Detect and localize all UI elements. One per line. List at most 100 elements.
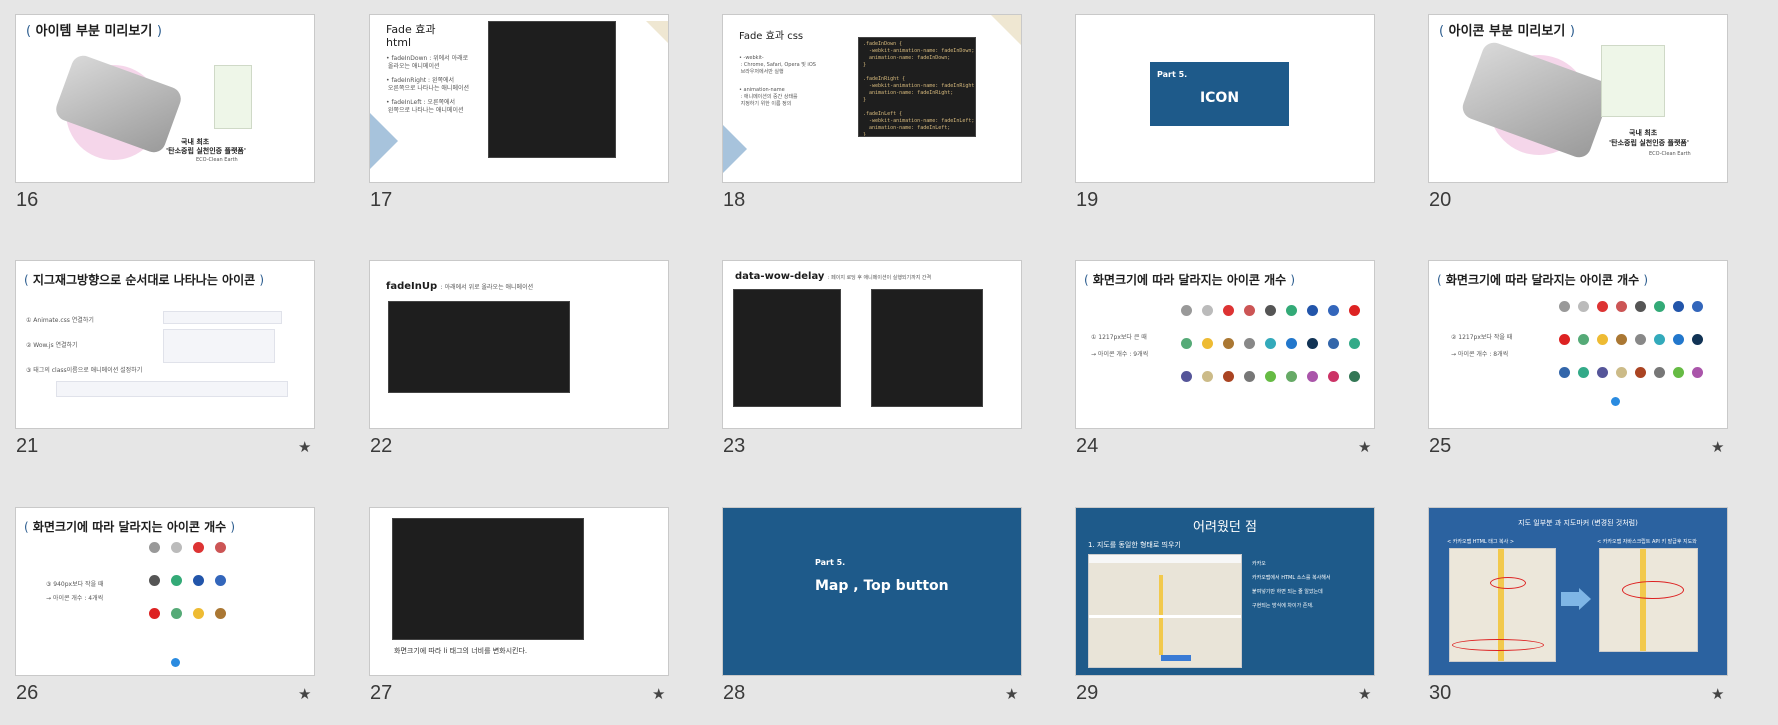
- slide-thumbnail: 화면크기에 따라 li 태그의 너비를 변화시킨다.: [369, 507, 669, 676]
- slide-title: 어려웠던 점: [1193, 520, 1257, 535]
- slide-thumbnail: 어려웠던 점 1. 지도를 동일한 형태로 띄우기 카카오 카카오맵에서 HTM…: [1075, 507, 1375, 676]
- plus-icon: [1611, 397, 1620, 406]
- note-text: 카카오맵에서 HTML 소스를 복사해서: [1252, 575, 1331, 581]
- slide-thumbnail: Fade 효과 html • fadeInDown : 위에서 아래로 올라오는…: [369, 14, 669, 183]
- slide-number: 25: [1429, 435, 1452, 457]
- condition-text: ① 1217px보다 큰 때: [1091, 334, 1147, 341]
- slide-number: 23: [723, 435, 746, 457]
- slide-title: ( 화면크기에 따라 달라지는 아이콘 개수 ): [1084, 273, 1296, 287]
- star-icon[interactable]: ★: [652, 685, 665, 703]
- note-text: 붙여넣기만 하면 되는 줄 알았는데: [1252, 589, 1323, 595]
- slide-thumbnail: ( 화면크기에 따라 달라지는 아이콘 개수 ) ① 1217px보다 큰 때 …: [1075, 260, 1375, 429]
- slide-20[interactable]: ( 아이콘 부분 미리보기 ) 국내 최초 '탄소중립 실천인증 플랫폼' EC…: [1428, 14, 1728, 214]
- code-screenshot: [871, 289, 983, 407]
- slide-17[interactable]: Fade 효과 html • fadeInDown : 위에서 아래로 올라오는…: [369, 14, 669, 214]
- part-label: Part 5.: [815, 558, 846, 567]
- slide-26[interactable]: ( 화면크기에 따라 달라지는 아이콘 개수 ) ③ 940px보다 작을 때 …: [15, 507, 315, 707]
- slide-number: 16: [16, 189, 39, 211]
- slide-number: 29: [1076, 682, 1099, 704]
- arrow-right-icon: [1561, 592, 1579, 606]
- code-snippet-box: [163, 329, 275, 363]
- slide-number: 17: [370, 189, 393, 211]
- icon-grid: [1559, 301, 1704, 378]
- code-screenshot: .fadeInDown { -webkit-animation-name: fa…: [858, 37, 976, 137]
- icon-grid: [149, 542, 227, 619]
- slide-16[interactable]: ( 아이템 부분 미리보기 ) 국내 최초 '탄소중립 실천인증 플랫폼' EC…: [15, 14, 315, 214]
- code-screenshot: [392, 518, 584, 640]
- bullet-text: • fadeInRight : 왼쪽에서 오른쪽으로 나타나는 애니메이션: [386, 77, 470, 92]
- star-icon[interactable]: ★: [1711, 685, 1724, 703]
- slide-thumbnail: ( 아이콘 부분 미리보기 ) 국내 최초 '탄소중립 실천인증 플랫폼' EC…: [1428, 14, 1728, 183]
- condition-text: → 아이콘 개수 : 9개씩: [1091, 351, 1149, 358]
- section-title: Map , Top button: [815, 578, 949, 594]
- code-screenshot: [488, 21, 616, 158]
- star-icon[interactable]: ★: [1358, 685, 1371, 703]
- slide-24[interactable]: ( 화면크기에 따라 달라지는 아이콘 개수 ) ① 1217px보다 큰 때 …: [1075, 260, 1375, 460]
- note-text: 카카오: [1252, 561, 1266, 567]
- bullet-text: • -webkit- : Chrome, Safari, Opera 및 iOS…: [739, 55, 816, 75]
- decorative-triangle: [646, 21, 668, 43]
- caption-text: 국내 최초: [1629, 129, 1658, 137]
- slide-title: ( 아이템 부분 미리보기 ): [26, 24, 162, 39]
- slide-title: 지도 일부분 과 지도마커 (변경된 것처럼): [1518, 519, 1638, 527]
- caption-text: ECO-Clean Earth: [1649, 151, 1691, 157]
- decorative-triangle: [991, 15, 1021, 45]
- step-text: ① Animate.css 연결하기: [26, 317, 94, 324]
- map-screenshot: [1088, 554, 1242, 668]
- slide-number: 27: [370, 682, 393, 704]
- code-snippet-box: [56, 381, 288, 397]
- slide-thumbnail: data-wow-delay : 페이지 로딩 후 애니메이션이 실행되기까지 …: [722, 260, 1022, 429]
- slide-30[interactable]: 지도 일부분 과 지도마커 (변경된 것처럼) < 카카오맵 HTML 태그 복…: [1428, 507, 1728, 707]
- star-icon[interactable]: ★: [1005, 685, 1018, 703]
- slide-23[interactable]: data-wow-delay : 페이지 로딩 후 애니메이션이 실행되기까지 …: [722, 260, 1022, 460]
- phone-mockup-image: [52, 52, 185, 156]
- star-icon[interactable]: ★: [298, 438, 311, 456]
- slide-title: fadeInUp : 아래에서 위로 올라오는 애니메이션: [386, 281, 534, 292]
- star-icon[interactable]: ★: [1711, 438, 1724, 456]
- slide-title: ( 화면크기에 따라 달라지는 아이콘 개수 ): [24, 520, 236, 534]
- slide-25[interactable]: ( 화면크기에 따라 달라지는 아이콘 개수 ) ② 1217px보다 작을 때…: [1428, 260, 1728, 460]
- slide-title: Fade 효과 html: [386, 23, 436, 49]
- plus-icon: [171, 658, 180, 667]
- slide-number: 24: [1076, 435, 1099, 457]
- map-screenshot: [1599, 548, 1698, 652]
- app-preview-image: [1601, 45, 1665, 117]
- code-screenshot: [388, 301, 570, 393]
- slide-18[interactable]: Fade 효과 css • -webkit- : Chrome, Safari,…: [722, 14, 1022, 214]
- condition-text: ② 1217px보다 작을 때: [1451, 334, 1513, 341]
- slide-number: 28: [723, 682, 746, 704]
- star-icon[interactable]: ★: [1358, 438, 1371, 456]
- slide-title: data-wow-delay : 페이지 로딩 후 애니메이션이 실행되기까지 …: [735, 271, 932, 282]
- step-text: ③ 태그의 class이름으로 애니메이션 설정하기: [26, 367, 143, 374]
- slide-thumbnail: fadeInUp : 아래에서 위로 올라오는 애니메이션: [369, 260, 669, 429]
- code-screenshot: [733, 289, 841, 407]
- phone-mockup-image: [1459, 39, 1614, 161]
- slide-21[interactable]: ( 지그재그방향으로 순서대로 나타나는 아이콘 ) ① Animate.css…: [15, 260, 315, 460]
- note-text: 구현되는 방식에 차이가 존재.: [1252, 603, 1314, 609]
- slide-number: 22: [370, 435, 393, 457]
- slide-number: 26: [16, 682, 39, 704]
- condition-text: → 아이콘 개수 : 4개씩: [46, 595, 104, 602]
- caption-text: 화면크기에 따라 li 태그의 너비를 변화시킨다.: [394, 647, 528, 655]
- slide-22[interactable]: fadeInUp : 아래에서 위로 올라오는 애니메이션 22: [369, 260, 669, 460]
- condition-text: ③ 940px보다 작을 때: [46, 581, 104, 588]
- slide-thumbnail: Fade 효과 css • -webkit- : Chrome, Safari,…: [722, 14, 1022, 183]
- slide-thumbnail: ( 화면크기에 따라 달라지는 아이콘 개수 ) ② 1217px보다 작을 때…: [1428, 260, 1728, 429]
- star-icon[interactable]: ★: [298, 685, 311, 703]
- slide-thumbnail: ( 지그재그방향으로 순서대로 나타나는 아이콘 ) ① Animate.css…: [15, 260, 315, 429]
- slide-thumbnail: Part 5. ICON: [1075, 14, 1375, 183]
- slide-27[interactable]: 화면크기에 따라 li 태그의 너비를 변화시킨다. 27 ★: [369, 507, 669, 707]
- decorative-triangle: [723, 125, 747, 173]
- code-snippet-box: [163, 311, 282, 324]
- bullet-text: • animation-name : 애니메이션의 중간 상태를 지정하기 위한…: [739, 87, 798, 107]
- slide-19[interactable]: Part 5. ICON 19: [1075, 14, 1375, 214]
- slide-title: ( 화면크기에 따라 달라지는 아이콘 개수 ): [1437, 273, 1649, 287]
- slide-thumbnail: ( 아이템 부분 미리보기 ) 국내 최초 '탄소중립 실천인증 플랫폼' EC…: [15, 14, 315, 183]
- slide-thumbnail: Part 5. Map , Top button: [722, 507, 1022, 676]
- section-banner: Part 5. ICON: [1150, 62, 1289, 126]
- arrow-right-icon: [1579, 588, 1591, 610]
- slide-29[interactable]: 어려웠던 점 1. 지도를 동일한 형태로 띄우기 카카오 카카오맵에서 HTM…: [1075, 507, 1375, 707]
- condition-text: → 아이콘 개수 : 8개씩: [1451, 351, 1509, 358]
- slide-28[interactable]: Part 5. Map , Top button 28 ★: [722, 507, 1022, 707]
- slide-title: ( 지그재그방향으로 순서대로 나타나는 아이콘 ): [24, 273, 265, 287]
